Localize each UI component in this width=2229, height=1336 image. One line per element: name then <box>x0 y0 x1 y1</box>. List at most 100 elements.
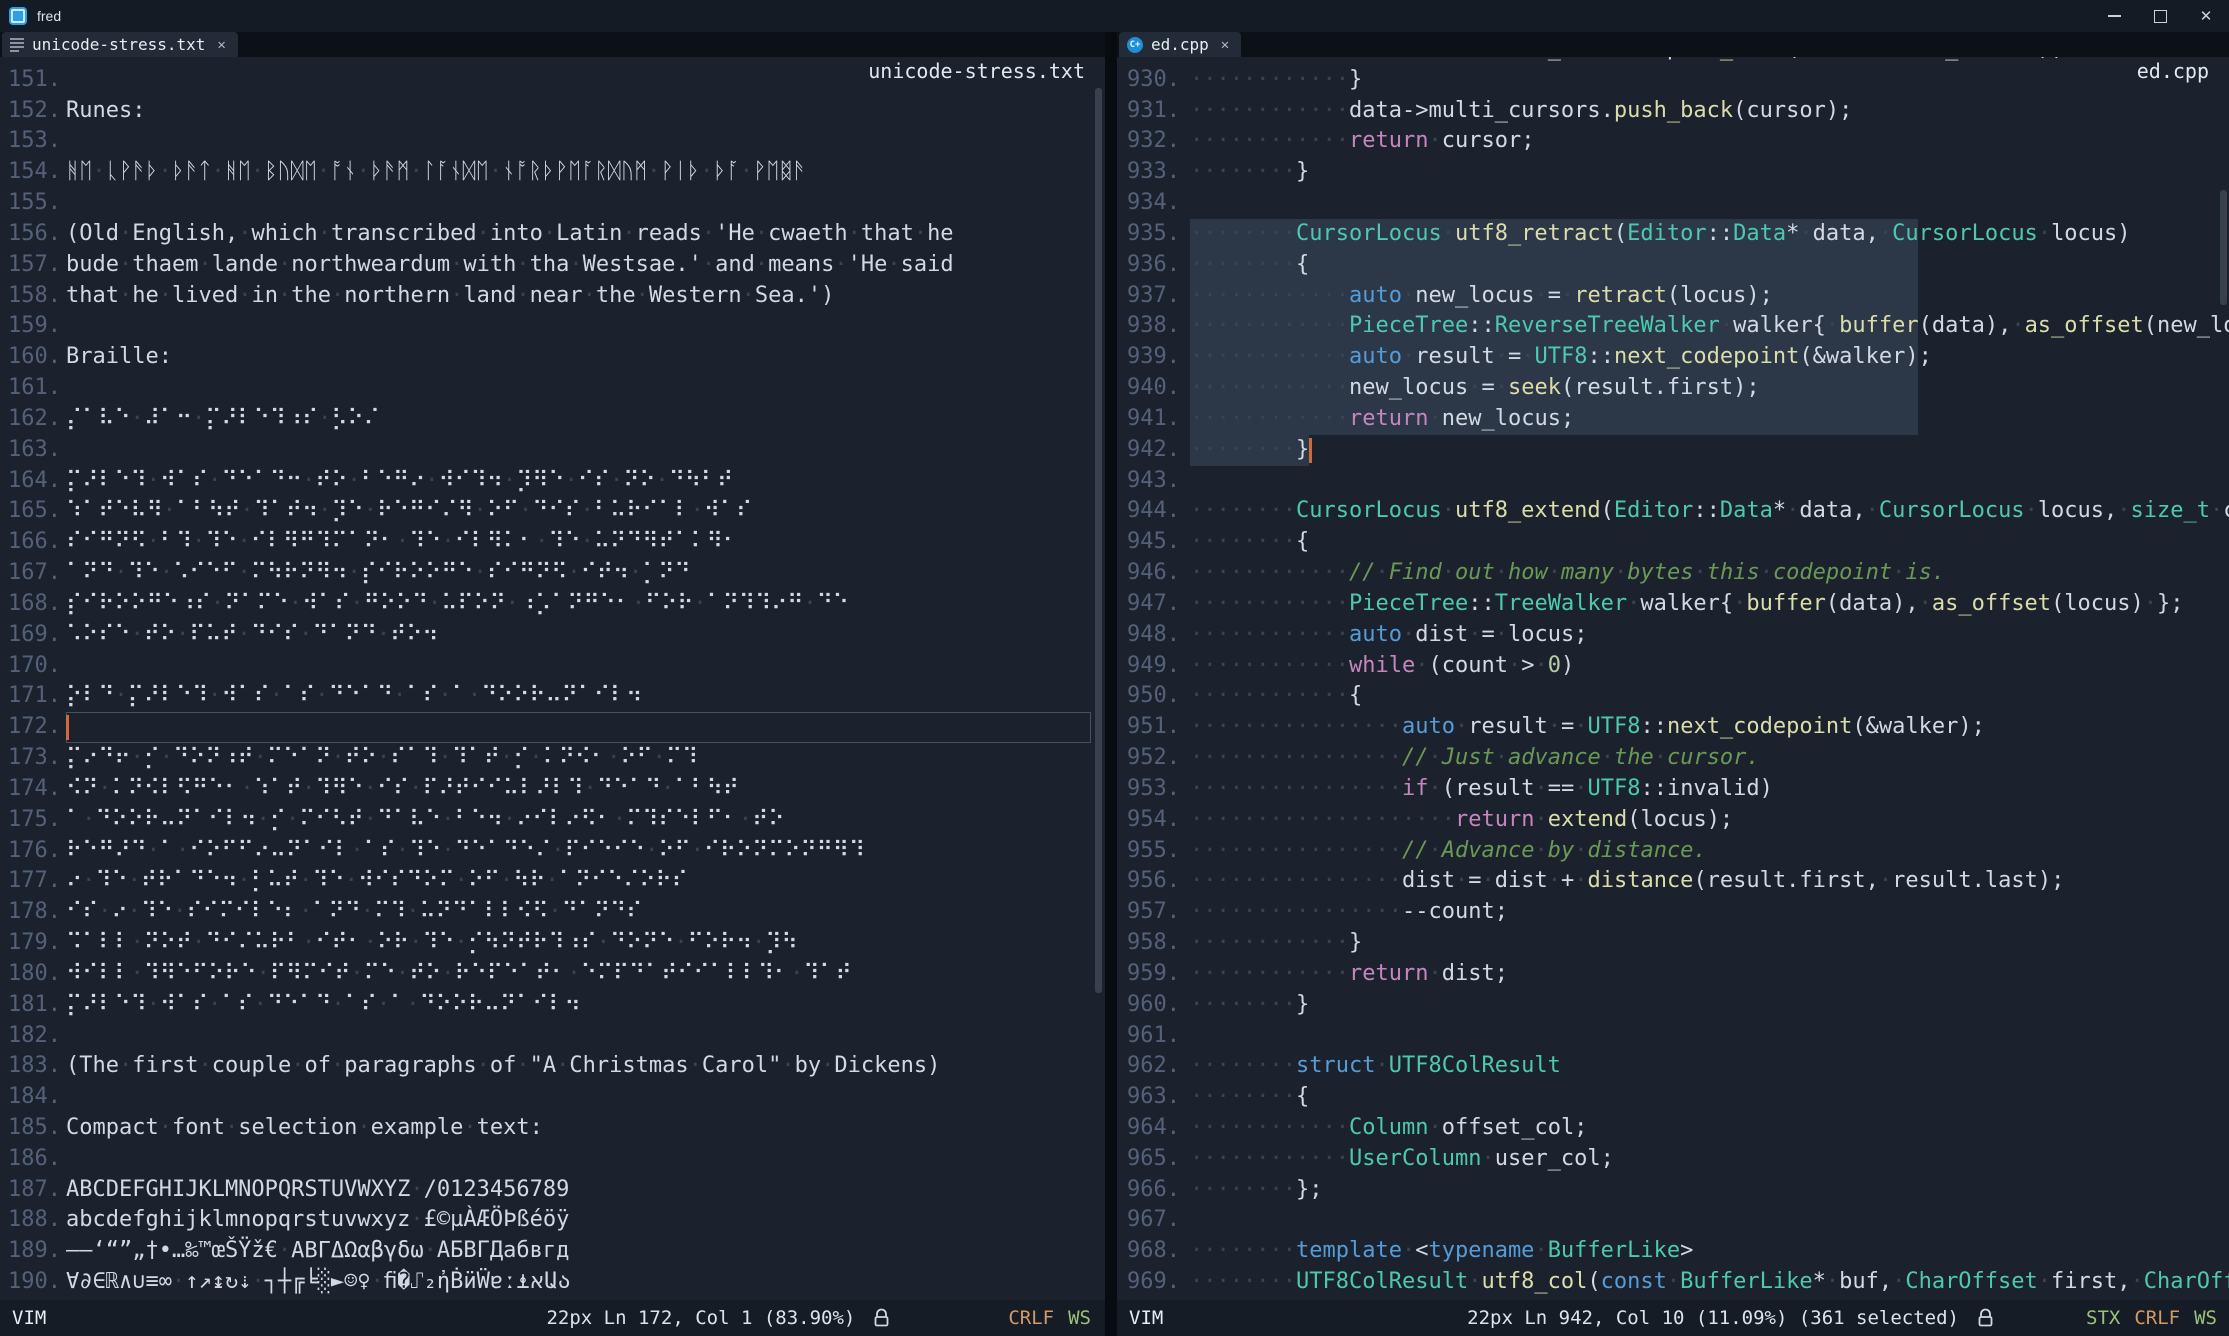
whitespace-badge[interactable]: WS <box>1068 1307 1091 1329</box>
code-line[interactable]: 943. <box>1117 466 2229 497</box>
code-line[interactable]: 944.········CursorLocus·utf8_extend(Edit… <box>1117 496 2229 527</box>
status-bar: VIM 22px Ln 172, Col 1 (83.90%) CRLF WS … <box>0 1300 2229 1336</box>
code-line[interactable]: 951.················auto·result·=·UTF8::… <box>1117 712 2229 743</box>
code-line[interactable]: 169.⠡⠕⠎⠑·⠞⠕·⠏⠥⠞·⠙⠊⠎·⠙⠁⠝⠙·⠞⠕⠲ <box>0 620 1105 651</box>
code-line[interactable]: 954.····················return·extend(lo… <box>1117 805 2229 836</box>
code-line[interactable]: 955.················//·Advance·by·distan… <box>1117 836 2229 867</box>
code-line[interactable]: 166.⠎⠊⠛⠝⠫·⠃⠹·⠹⠑·⠊⠇⠻⠛⠹⠍⠁⠝⠂·⠹⠑·⠊⠇⠻⠅⠂·⠹⠑·⠥⠝… <box>0 527 1105 558</box>
code-line[interactable]: 941.············return·new_locus; <box>1117 404 2229 435</box>
code-line[interactable]: 964.············Column·offset_col; <box>1117 1113 2229 1144</box>
code-line[interactable]: 942.········} <box>1117 435 2229 466</box>
close-button[interactable]: ✕ <box>2183 0 2229 32</box>
code-line[interactable]: 962.········struct·UTF8ColResult <box>1117 1051 2229 1082</box>
code-line[interactable]: 946.············//·Find·out·how·many·byt… <box>1117 558 2229 589</box>
code-line[interactable]: 948.············auto·dist·=·locus; <box>1117 620 2229 651</box>
code-line[interactable]: 963.········{ <box>1117 1082 2229 1113</box>
code-line[interactable]: 170. <box>0 651 1105 682</box>
code-line[interactable]: 168.⡎⠊⠗⠕⠕⠛⠑⠰⠎·⠝⠁⠍⠑·⠺⠁⠎·⠛⠕⠕⠙·⠥⠏⠕⠝·⠰⡡⠁⠝⠛⠑⠂… <box>0 589 1105 620</box>
code-line[interactable]: 969.········UTF8ColResult·utf8_col(const… <box>1117 1267 2229 1298</box>
code-line[interactable]: 171.⡕⠇⠙·⡍⠜⠇⠑⠹·⠺⠁⠎·⠁⠎·⠙⠑⠁⠙·⠁⠎·⠁·⠙⠕⠕⠗⠤⠝⠁⠊⠇… <box>0 681 1105 712</box>
code-line[interactable]: 189.–—‘“”„†•…‰™œŠŸž€·ΑΒΓΔΩαβγδω·АБВГДабв… <box>0 1236 1105 1267</box>
code-line[interactable]: 949.············while·(count·>·0) <box>1117 651 2229 682</box>
code-line[interactable]: 950.············{ <box>1117 681 2229 712</box>
code-line[interactable]: 936.········{ <box>1117 250 2229 281</box>
tab-unicode-stress[interactable]: unicode-stress.txt ✕ <box>2 32 238 57</box>
code-line[interactable]: 934. <box>1117 188 2229 219</box>
code-line[interactable]: 952.················//·Just·advance·the·… <box>1117 743 2229 774</box>
editor-left[interactable]: 150.እግዜር·የከፈተውን·ጉሮሮ·ሳይዘጋው·አይድርም።151.152.… <box>0 57 1105 1300</box>
code-line[interactable]: 931.············data->multi_cursors.push… <box>1117 96 2229 127</box>
pane-divider[interactable] <box>1105 32 1117 1336</box>
code-line[interactable]: 167.⠁⠝⠙·⠹⠑·⠡⠊⠑⠋·⠍⠳⠗⠝⠻⠲·⡎⠊⠗⠕⠕⠛⠑·⠎⠊⠛⠝⠫·⠊⠞⠲… <box>0 558 1105 589</box>
code-line[interactable]: 945.········{ <box>1117 527 2229 558</box>
code-line[interactable]: 163. <box>0 435 1105 466</box>
code-line[interactable]: 157.bude·thaem·lande·northweardum·with·t… <box>0 250 1105 281</box>
tab-ed-cpp[interactable]: C+ ed.cpp ✕ <box>1119 32 1241 57</box>
code-line[interactable]: 154.ᚻᛖ·ᚳᚹᚫᚦ·ᚦᚫᛏ·ᚻᛖ·ᛒᚢᛞᛖ·ᚩᚾ·ᚦᚫᛗ·ᛚᚪᚾᛞᛖ·ᚾᚩᚱ… <box>0 157 1105 188</box>
code-line[interactable]: 177.⠔·⠹⠑·⠞⠗⠁⠙⠑⠲·⡃⠥⠞·⠹⠑·⠺⠊⠎⠙⠕⠍·⠕⠋·⠳⠗·⠁⠝⠊⠑… <box>0 866 1105 897</box>
code-line[interactable]: 165.⠱⠁⠞⠑⠧⠻·⠁⠃⠳⠞·⠹⠁⠞⠲·⡹⠑·⠗⠑⠛⠊⠌⠻·⠕⠋·⠙⠊⠎·⠃⠥… <box>0 496 1105 527</box>
whitespace-badge[interactable]: WS <box>2194 1307 2217 1329</box>
code-line[interactable]: 158.that·he·lived·in·the·northern·land·n… <box>0 281 1105 312</box>
code-line[interactable]: 967. <box>1117 1205 2229 1236</box>
code-line[interactable]: 938.············PieceTree::ReverseTreeWa… <box>1117 311 2229 342</box>
minimize-button[interactable] <box>2091 0 2137 32</box>
code-line[interactable]: 958.············} <box>1117 928 2229 959</box>
code-line[interactable]: 960.········} <box>1117 990 2229 1021</box>
code-line[interactable]: 164.⡍⠜⠇⠑⠹·⠺⠁⠎·⠙⠑⠁⠙⠒·⠞⠕·⠃⠑⠛⠔·⠺⠊⠹⠲·⡹⠻⠑·⠊⠎·… <box>0 466 1105 497</box>
code-line[interactable]: 180.⠺⠊⠇⠇·⠹⠻⠑⠋⠕⠗⠑·⠏⠻⠍⠊⠞·⠍⠑·⠞⠕·⠗⠑⠏⠑⠁⠞⠂·⠑⠍⠏… <box>0 959 1105 990</box>
code-line[interactable]: 937.············auto·new_locus·=·retract… <box>1117 281 2229 312</box>
tab-close-icon[interactable]: ✕ <box>217 37 225 53</box>
code-line[interactable]: 929.················data->multi_cursors.… <box>1117 57 2229 65</box>
code-line[interactable]: 957.················--count; <box>1117 897 2229 928</box>
code-line[interactable]: 966.········}; <box>1117 1175 2229 1206</box>
code-line[interactable]: 935.········CursorLocus·utf8_retract(Edi… <box>1117 219 2229 250</box>
code-line[interactable]: 178.⠊⠎·⠔·⠹⠑·⠎⠊⠍⠊⠇⠑⠆·⠁⠝⠙·⠍⠹·⠥⠝⠙⠁⠇⠇⠪⠫·⠙⠁⠝⠙… <box>0 897 1105 928</box>
code-line[interactable]: 186. <box>0 1144 1105 1175</box>
maximize-button[interactable] <box>2137 0 2183 32</box>
line-ending-badge[interactable]: CRLF <box>2134 1307 2180 1329</box>
code-line[interactable]: 940.············new_locus·=·seek(result.… <box>1117 373 2229 404</box>
code-line[interactable]: 184. <box>0 1082 1105 1113</box>
code-line[interactable]: 932.············return·cursor; <box>1117 126 2229 157</box>
code-line[interactable]: 947.············PieceTree::TreeWalker·wa… <box>1117 589 2229 620</box>
code-line[interactable]: 156.(Old·English,·which·transcribed·into… <box>0 219 1105 250</box>
scrollbar-right[interactable] <box>2220 190 2227 305</box>
code-line[interactable]: 933.········} <box>1117 157 2229 188</box>
code-line[interactable]: 181.⡍⠜⠇⠑⠹·⠺⠁⠎·⠁⠎·⠙⠑⠁⠙·⠁⠎·⠁·⠙⠕⠕⠗⠤⠝⠁⠊⠇⠲ <box>0 990 1105 1021</box>
code-line[interactable]: 174.⠪⠝·⠅⠝⠪⠇⠫⠛⠑⠂·⠱⠁⠞·⠹⠻⠑·⠊⠎·⠏⠜⠞⠊⠊⠥⠇⠜⠇⠹·⠙⠑… <box>0 774 1105 805</box>
code-line[interactable]: 152.Runes: <box>0 96 1105 127</box>
code-line[interactable]: 956.················dist·=·dist·+·distan… <box>1117 866 2229 897</box>
editor-right[interactable]: 929.················data->multi_cursors.… <box>1117 57 2229 1300</box>
code-line[interactable]: 939.············auto·result·=·UTF8::next… <box>1117 342 2229 373</box>
code-line[interactable]: 183.(The·first·couple·of·paragraphs·of·"… <box>0 1051 1105 1082</box>
code-line[interactable]: 172. <box>0 712 1105 743</box>
code-line[interactable]: 162.⡌⠁⠧⠑·⠼⠁⠒·⡍⠜⠇⠑⠹⠰⠎·⡣⠕⠌ <box>0 404 1105 435</box>
line-ending-badge[interactable]: CRLF <box>1008 1307 1054 1329</box>
code-line[interactable]: 965.············UserColumn·user_col; <box>1117 1144 2229 1175</box>
code-line[interactable]: 173.⡍⠔⠙⠖·⡊·⠙⠕⠝⠰⠞·⠍⠑⠁⠝·⠞⠕·⠎⠁⠹·⠹⠁⠞·⡊·⠅⠝⠪⠂·… <box>0 743 1105 774</box>
code-line[interactable]: 176.⠗⠑⠛⠜⠙·⠁·⠊⠕⠋⠋⠔⠤⠝⠁⠊⠇·⠁⠎·⠹⠑·⠙⠑⠁⠙⠑⠌·⠏⠊⠑⠊… <box>0 836 1105 867</box>
lock-icon[interactable] <box>873 1308 890 1328</box>
lock-icon[interactable] <box>1977 1308 1994 1328</box>
encoding-badge[interactable]: STX <box>2086 1307 2120 1329</box>
code-line[interactable]: 159. <box>0 311 1105 342</box>
code-line[interactable]: 959.············return·dist; <box>1117 959 2229 990</box>
code-line[interactable]: 153. <box>0 126 1105 157</box>
code-line[interactable]: 155. <box>0 188 1105 219</box>
code-line[interactable]: 961. <box>1117 1021 2229 1052</box>
code-line[interactable]: 190.∀∂∈ℝ∧∪≡∞·↑↗↨↻⇣·┐┼╔╘░►☺♀·ﬁ�⑀₂ἠḂӥẄɐː⍎א… <box>0 1267 1105 1298</box>
code-line[interactable]: 161. <box>0 373 1105 404</box>
code-line[interactable]: 968.········template·<typename·BufferLik… <box>1117 1236 2229 1267</box>
code-line[interactable]: 953.················if·(result·==·UTF8::… <box>1117 774 2229 805</box>
scrollbar-left[interactable] <box>1095 88 1102 993</box>
code-line[interactable]: 187.ABCDEFGHIJKLMNOPQRSTUVWXYZ·/01234567… <box>0 1175 1105 1206</box>
code-line[interactable]: 930.············} <box>1117 65 2229 96</box>
code-line[interactable]: 175.⠁·⠙⠕⠕⠗⠤⠝⠁⠊⠇⠲·⡊·⠍⠊⠣⠞·⠙⠁⠧⠑·⠃⠑⠲·⠔⠊⠇⠔⠫⠂·… <box>0 805 1105 836</box>
code-line[interactable]: 185.Compact·font·selection·example·text: <box>0 1113 1105 1144</box>
code-line[interactable]: 188.abcdefghijklmnopqrstuvwxyz·£©µÀÆÖÞßé… <box>0 1205 1105 1236</box>
tab-close-icon[interactable]: ✕ <box>1221 37 1229 53</box>
code-line[interactable]: 182. <box>0 1021 1105 1052</box>
code-line[interactable]: 179.⠩⠁⠇⠇·⠝⠕⠞·⠙⠊⠌⠥⠗⠃·⠊⠞⠂·⠕⠗·⠹⠑·⡊⠳⠝⠞⠗⠹⠰⠎·⠙… <box>0 928 1105 959</box>
code-line[interactable]: 160.Braille: <box>0 342 1105 373</box>
